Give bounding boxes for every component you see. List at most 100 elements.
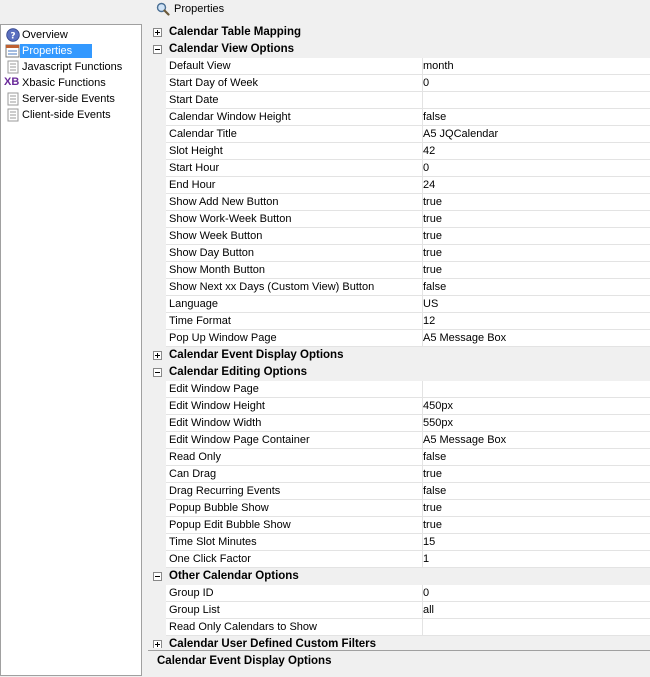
- expand-icon[interactable]: [153, 351, 162, 360]
- property-row[interactable]: Show Month Button true: [148, 262, 650, 279]
- category-row[interactable]: Calendar Editing Options: [148, 364, 650, 381]
- nav-item-javascript-functions[interactable]: Javascript Functions: [3, 59, 141, 75]
- property-row[interactable]: Slot Height 42: [148, 143, 650, 160]
- property-name: Group ID: [166, 585, 423, 602]
- property-row[interactable]: One Click Factor 1: [148, 551, 650, 568]
- property-value[interactable]: 1: [420, 551, 650, 568]
- property-value[interactable]: [420, 381, 650, 398]
- property-row[interactable]: Calendar Title A5 JQCalendar: [148, 126, 650, 143]
- property-value[interactable]: 0: [420, 75, 650, 92]
- category-label: Calendar View Options: [169, 43, 295, 55]
- nav-item-xbasic-functions[interactable]: XB Xbasic Functions: [3, 75, 141, 91]
- category-row[interactable]: Other Calendar Options: [148, 568, 650, 585]
- property-value[interactable]: true: [420, 245, 650, 262]
- properties-icon: [5, 44, 20, 58]
- expand-icon[interactable]: [153, 640, 162, 648]
- property-row[interactable]: Edit Window Page: [148, 381, 650, 398]
- property-row[interactable]: Start Date: [148, 92, 650, 109]
- property-row[interactable]: Start Day of Week 0: [148, 75, 650, 92]
- property-name: Start Day of Week: [166, 75, 423, 92]
- property-name: Edit Window Page Container: [166, 432, 423, 449]
- property-value[interactable]: 450px: [420, 398, 650, 415]
- svg-text:?: ?: [10, 32, 15, 42]
- nav-item-server-side-events[interactable]: Server-side Events: [3, 91, 141, 107]
- property-value[interactable]: 15: [420, 534, 650, 551]
- property-value[interactable]: 0: [420, 585, 650, 602]
- property-value[interactable]: true: [420, 211, 650, 228]
- property-row[interactable]: Group List all: [148, 602, 650, 619]
- property-value[interactable]: false: [420, 449, 650, 466]
- property-value[interactable]: 0: [420, 160, 650, 177]
- category-row[interactable]: Calendar User Defined Custom Filters: [148, 636, 650, 648]
- property-value[interactable]: true: [420, 228, 650, 245]
- property-row[interactable]: Drag Recurring Events false: [148, 483, 650, 500]
- property-value[interactable]: [420, 92, 650, 109]
- property-name: Slot Height: [166, 143, 423, 160]
- collapse-icon[interactable]: [153, 45, 162, 54]
- property-row[interactable]: Popup Bubble Show true: [148, 500, 650, 517]
- property-name: Read Only Calendars to Show: [166, 619, 423, 636]
- property-value[interactable]: month: [420, 58, 650, 75]
- property-row[interactable]: Group ID 0: [148, 585, 650, 602]
- description-title: Calendar Event Display Options: [157, 655, 332, 667]
- property-row[interactable]: End Hour 24: [148, 177, 650, 194]
- property-value[interactable]: US: [420, 296, 650, 313]
- expand-icon[interactable]: [153, 28, 162, 37]
- property-value[interactable]: true: [420, 262, 650, 279]
- nav-label: Client-side Events: [22, 109, 111, 121]
- property-row[interactable]: Show Week Button true: [148, 228, 650, 245]
- property-row[interactable]: Time Format 12: [148, 313, 650, 330]
- category-row[interactable]: Calendar View Options: [148, 41, 650, 58]
- property-name: Start Date: [166, 92, 423, 109]
- property-value[interactable]: [420, 619, 650, 636]
- property-value[interactable]: A5 Message Box: [420, 330, 650, 347]
- nav-item-client-side-events[interactable]: Client-side Events: [3, 107, 141, 123]
- collapse-icon[interactable]: [153, 368, 162, 377]
- property-value[interactable]: false: [420, 109, 650, 126]
- property-value[interactable]: true: [420, 466, 650, 483]
- property-row[interactable]: Popup Edit Bubble Show true: [148, 517, 650, 534]
- property-value[interactable]: true: [420, 194, 650, 211]
- property-value[interactable]: A5 Message Box: [420, 432, 650, 449]
- property-name: Edit Window Page: [166, 381, 423, 398]
- property-value[interactable]: 550px: [420, 415, 650, 432]
- property-row[interactable]: Edit Window Height 450px: [148, 398, 650, 415]
- property-row[interactable]: Show Next xx Days (Custom View) Button fa…: [148, 279, 650, 296]
- property-row[interactable]: Show Day Button true: [148, 245, 650, 262]
- category-row[interactable]: Calendar Event Display Options: [148, 347, 650, 364]
- navigation-panel: ? Overview Properties Javascript Functio…: [0, 24, 142, 676]
- property-value[interactable]: true: [420, 500, 650, 517]
- nav-item-properties[interactable]: Properties: [3, 43, 141, 59]
- collapse-icon[interactable]: [153, 572, 162, 581]
- property-row[interactable]: Read Only false: [148, 449, 650, 466]
- property-value[interactable]: true: [420, 517, 650, 534]
- property-row[interactable]: Language US: [148, 296, 650, 313]
- category-label: Other Calendar Options: [169, 570, 299, 582]
- property-value[interactable]: 42: [420, 143, 650, 160]
- property-row[interactable]: Default View month: [148, 58, 650, 75]
- property-row[interactable]: Show Work-Week Button true: [148, 211, 650, 228]
- property-name: Language: [166, 296, 423, 313]
- description-panel: Calendar Event Display Options: [148, 650, 650, 677]
- property-value[interactable]: A5 JQCalendar: [420, 126, 650, 143]
- property-value[interactable]: false: [420, 279, 650, 296]
- property-value[interactable]: 24: [420, 177, 650, 194]
- property-value[interactable]: 12: [420, 313, 650, 330]
- property-row[interactable]: Read Only Calendars to Show: [148, 619, 650, 636]
- property-row[interactable]: Show Add New Button true: [148, 194, 650, 211]
- property-row[interactable]: Calendar Window Height false: [148, 109, 650, 126]
- property-name: Calendar Title: [166, 126, 423, 143]
- property-row[interactable]: Start Hour 0: [148, 160, 650, 177]
- property-row[interactable]: Time Slot Minutes 15: [148, 534, 650, 551]
- category-row[interactable]: Calendar Table Mapping: [148, 24, 650, 41]
- property-row[interactable]: Pop Up Window Page A5 Message Box: [148, 330, 650, 347]
- property-row[interactable]: Edit Window Width 550px: [148, 415, 650, 432]
- property-value[interactable]: false: [420, 483, 650, 500]
- property-name: Can Drag: [166, 466, 423, 483]
- nav-item-overview[interactable]: ? Overview: [3, 27, 141, 43]
- property-value[interactable]: all: [420, 602, 650, 619]
- property-row[interactable]: Can Drag true: [148, 466, 650, 483]
- javascript-icon: [7, 60, 19, 74]
- property-row[interactable]: Edit Window Page Container A5 Message Box: [148, 432, 650, 449]
- header-title: Properties: [174, 3, 225, 15]
